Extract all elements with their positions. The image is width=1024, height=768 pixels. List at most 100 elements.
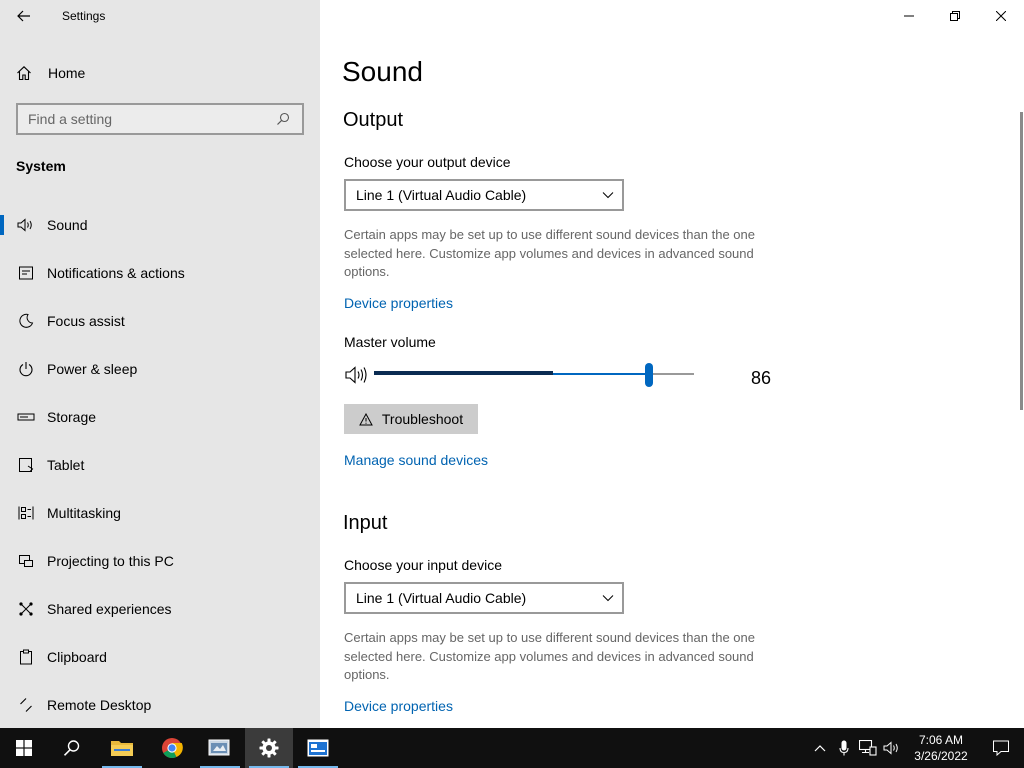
back-button[interactable] bbox=[8, 2, 40, 30]
sidebar-item-shared-experiences[interactable]: Shared experiences bbox=[0, 585, 320, 633]
microphone-tray[interactable] bbox=[832, 728, 856, 768]
app-window-icon bbox=[208, 739, 230, 756]
start-button[interactable] bbox=[0, 728, 48, 768]
output-device-value: Line 1 (Virtual Audio Cable) bbox=[356, 187, 527, 203]
nav-home[interactable]: Home bbox=[0, 56, 320, 90]
clock[interactable]: 7:06 AM 3/26/2022 bbox=[904, 732, 978, 764]
minimize-button[interactable] bbox=[886, 0, 932, 32]
remote-desktop-icon bbox=[16, 697, 36, 713]
app-title: Settings bbox=[62, 9, 106, 23]
output-description: Certain apps may be set up to use differ… bbox=[344, 227, 755, 279]
windows-logo-icon bbox=[16, 740, 32, 756]
main-content: Sound Output Choose your output device L… bbox=[320, 0, 1024, 728]
sidebar-item-storage[interactable]: Storage bbox=[0, 393, 320, 441]
sidebar-item-remote-desktop[interactable]: Remote Desktop bbox=[0, 681, 320, 729]
sidebar-item-power-sleep[interactable]: Power & sleep bbox=[0, 345, 320, 393]
close-icon bbox=[996, 11, 1006, 21]
restore-button[interactable] bbox=[932, 0, 978, 32]
multitasking-icon bbox=[16, 505, 36, 521]
taskbar-search-button[interactable] bbox=[48, 728, 96, 768]
page-title: Sound bbox=[342, 56, 423, 87]
sidebar-item-clipboard[interactable]: Clipboard bbox=[0, 633, 320, 681]
minimize-icon bbox=[904, 15, 914, 17]
volume-icon[interactable] bbox=[344, 365, 370, 385]
action-center-button[interactable] bbox=[978, 728, 1024, 768]
chrome-icon bbox=[162, 738, 183, 758]
troubleshoot-button[interactable]: Troubleshoot bbox=[344, 404, 478, 434]
window-app-icon bbox=[307, 739, 329, 757]
sidebar-item-label: Remote Desktop bbox=[47, 697, 152, 713]
volume-value: 86 bbox=[751, 368, 772, 388]
chevron-down-icon bbox=[602, 192, 614, 199]
notification-icon bbox=[993, 740, 1009, 756]
taskbar-settings[interactable] bbox=[245, 728, 293, 768]
network-icon bbox=[859, 740, 877, 756]
section-label-system: System bbox=[16, 158, 66, 174]
input-device-properties-link[interactable]: Device properties bbox=[344, 698, 453, 714]
volume-tray[interactable] bbox=[880, 728, 904, 768]
warning-icon bbox=[359, 412, 373, 426]
network-tray[interactable] bbox=[856, 728, 880, 768]
back-arrow-icon bbox=[17, 10, 30, 22]
sidebar: Settings Home Find a setting System Soun… bbox=[0, 0, 320, 728]
shared-experiences-icon bbox=[16, 601, 36, 617]
tablet-icon bbox=[16, 457, 36, 473]
sidebar-item-multitasking[interactable]: Multitasking bbox=[0, 489, 320, 537]
nav-home-label: Home bbox=[48, 65, 86, 81]
master-volume-label: Master volume bbox=[344, 334, 436, 350]
sidebar-item-label: Clipboard bbox=[47, 649, 107, 665]
storage-icon bbox=[16, 411, 36, 423]
show-hidden-icons-button[interactable] bbox=[808, 728, 832, 768]
gear-icon bbox=[259, 738, 279, 758]
microphone-icon bbox=[839, 740, 849, 756]
home-icon bbox=[16, 65, 36, 81]
search-icon bbox=[63, 740, 80, 756]
taskbar-app-blue[interactable] bbox=[294, 728, 342, 768]
sidebar-item-tablet[interactable]: Tablet bbox=[0, 441, 320, 489]
chevron-up-icon bbox=[814, 745, 826, 752]
output-heading: Output bbox=[343, 109, 404, 131]
search-icon[interactable] bbox=[276, 112, 296, 126]
sidebar-item-label: Notifications & actions bbox=[47, 265, 185, 281]
restore-icon bbox=[950, 11, 960, 21]
input-heading: Input bbox=[343, 512, 388, 534]
slider-thumb[interactable] bbox=[645, 363, 653, 387]
sidebar-item-sound[interactable]: Sound bbox=[0, 201, 320, 249]
scrollbar-thumb[interactable] bbox=[1020, 112, 1023, 410]
sidebar-item-projecting[interactable]: Projecting to this PC bbox=[0, 537, 320, 585]
sidebar-item-notifications[interactable]: Notifications & actions bbox=[0, 249, 320, 297]
sidebar-item-label: Projecting to this PC bbox=[47, 553, 174, 569]
output-device-properties-link[interactable]: Device properties bbox=[344, 295, 453, 311]
clipboard-icon bbox=[16, 649, 36, 665]
speaker-icon bbox=[883, 741, 898, 755]
volume-peak-meter bbox=[374, 371, 553, 375]
output-device-label: Choose your output device bbox=[344, 154, 511, 170]
sidebar-item-label: Tablet bbox=[47, 457, 85, 473]
taskbar-file-explorer[interactable] bbox=[98, 728, 146, 768]
taskbar-chrome[interactable] bbox=[148, 728, 196, 768]
projecting-icon bbox=[16, 553, 36, 569]
taskbar: 7:06 AM 3/26/2022 bbox=[0, 728, 1024, 768]
input-device-dropdown[interactable]: Line 1 (Virtual Audio Cable) bbox=[344, 582, 624, 614]
search-input[interactable]: Find a setting bbox=[28, 111, 276, 127]
input-description: Certain apps may be set up to use differ… bbox=[344, 630, 755, 682]
output-device-dropdown[interactable]: Line 1 (Virtual Audio Cable) bbox=[344, 179, 624, 211]
moon-icon bbox=[16, 313, 36, 329]
folder-icon bbox=[111, 741, 133, 756]
input-device-value: Line 1 (Virtual Audio Cable) bbox=[356, 590, 527, 606]
sidebar-item-label: Multitasking bbox=[47, 505, 121, 521]
sidebar-item-label: Power & sleep bbox=[47, 361, 138, 377]
sidebar-item-label: Focus assist bbox=[47, 313, 125, 329]
sidebar-item-focus-assist[interactable]: Focus assist bbox=[0, 297, 320, 345]
speaker-icon bbox=[16, 218, 36, 232]
clock-date: 3/26/2022 bbox=[914, 749, 968, 763]
clock-time: 7:06 AM bbox=[918, 733, 964, 747]
notifications-icon bbox=[16, 265, 36, 281]
manage-sound-devices-link[interactable]: Manage sound devices bbox=[344, 452, 488, 468]
input-device-label: Choose your input device bbox=[344, 557, 502, 573]
nav-list: Sound Notifications & actions Focus assi… bbox=[0, 201, 320, 729]
search-box[interactable]: Find a setting bbox=[16, 103, 304, 135]
master-volume-slider[interactable] bbox=[374, 362, 694, 388]
close-button[interactable] bbox=[978, 0, 1024, 32]
taskbar-app[interactable] bbox=[196, 728, 244, 768]
